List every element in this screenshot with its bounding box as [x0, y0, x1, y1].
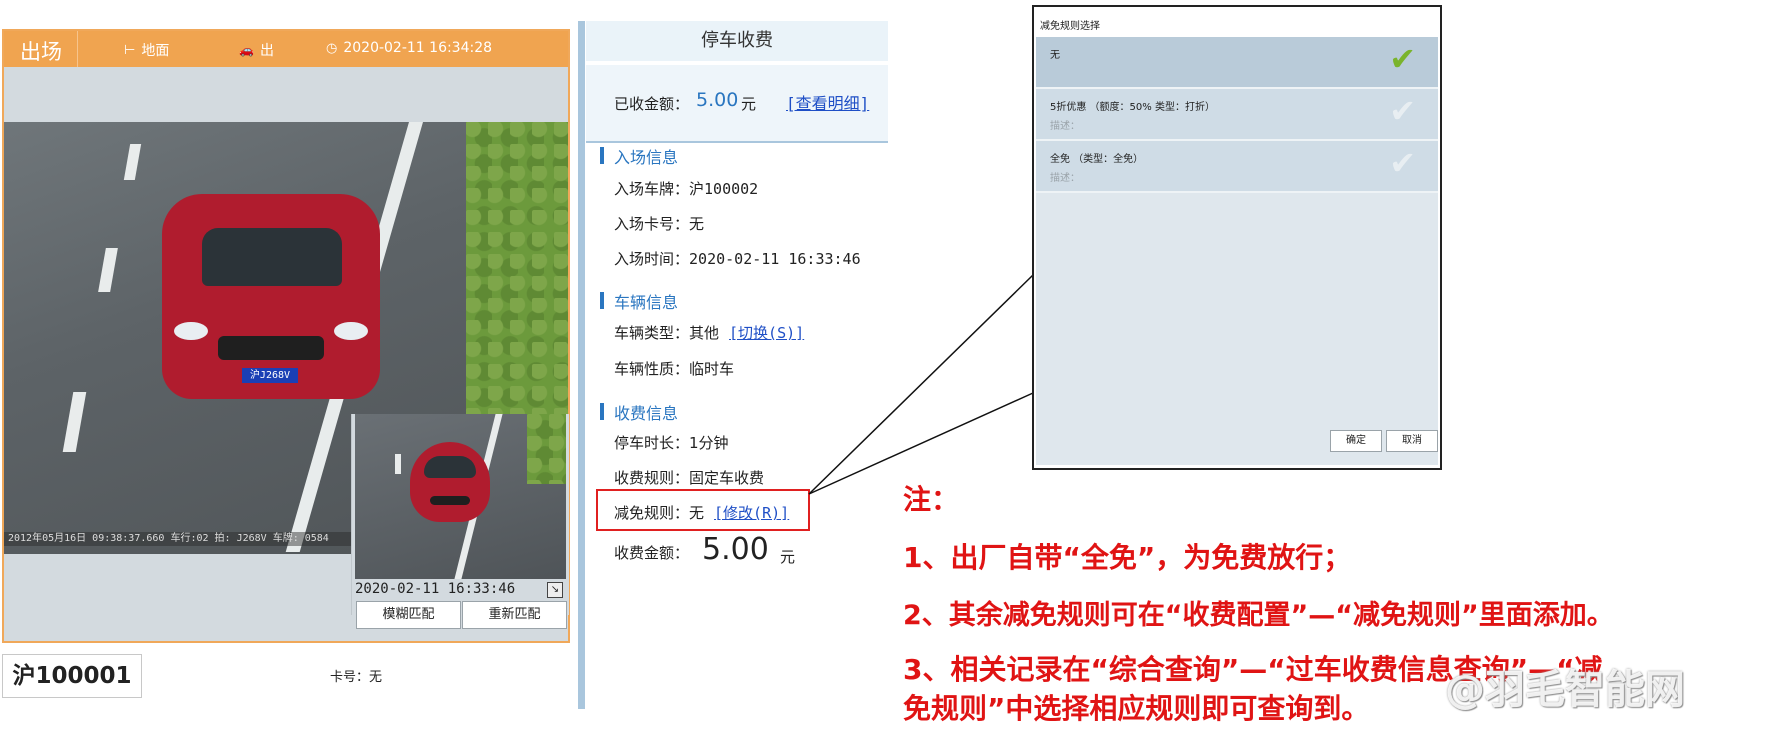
- dialog-title: 减免规则选择: [1040, 21, 1100, 32]
- checkmark-icon: ✔: [1389, 92, 1416, 130]
- rule-option-name: 全免 （类型：全免）: [1050, 154, 1144, 165]
- checkmark-icon: ✔: [1389, 144, 1416, 182]
- note-heading: 注：: [903, 483, 960, 516]
- note-line-1: 1、出厂自带“全免”，为免费放行；: [903, 541, 1352, 574]
- rule-option-desc: 描述：: [1050, 173, 1080, 184]
- rule-option-free[interactable]: 全免 （类型：全免） 描述： ✔: [1036, 141, 1438, 193]
- rule-option-half-discount[interactable]: 5折优惠 （额度：50% 类型：打折） 描述： ✔: [1036, 89, 1438, 141]
- checkmark-icon: ✔: [1389, 40, 1416, 78]
- note-line-3-cont: 免规则”中选择相应规则即可查询到。: [903, 692, 1370, 725]
- ok-button[interactable]: 确定: [1330, 430, 1382, 452]
- cancel-button[interactable]: 取消: [1386, 430, 1438, 452]
- note-line-2: 2、其余减免规则可在“收费配置”—“减免规则”里面添加。: [903, 600, 1614, 631]
- discount-rule-dialog: 减免规则选择 无 ✔ 5折优惠 （额度：50% 类型：打折） 描述： ✔ 全免 …: [1032, 5, 1442, 470]
- rule-option-name: 5折优惠 （额度：50% 类型：打折）: [1050, 102, 1215, 113]
- rule-option-name: 无: [1050, 50, 1060, 61]
- watermark: @羽毛智能网: [1445, 667, 1685, 713]
- dialog-body: 无 ✔ 5折优惠 （额度：50% 类型：打折） 描述： ✔ 全免 （类型：全免）…: [1036, 37, 1438, 465]
- rule-option-none[interactable]: 无 ✔: [1036, 37, 1438, 89]
- rule-option-desc: 描述：: [1050, 121, 1080, 132]
